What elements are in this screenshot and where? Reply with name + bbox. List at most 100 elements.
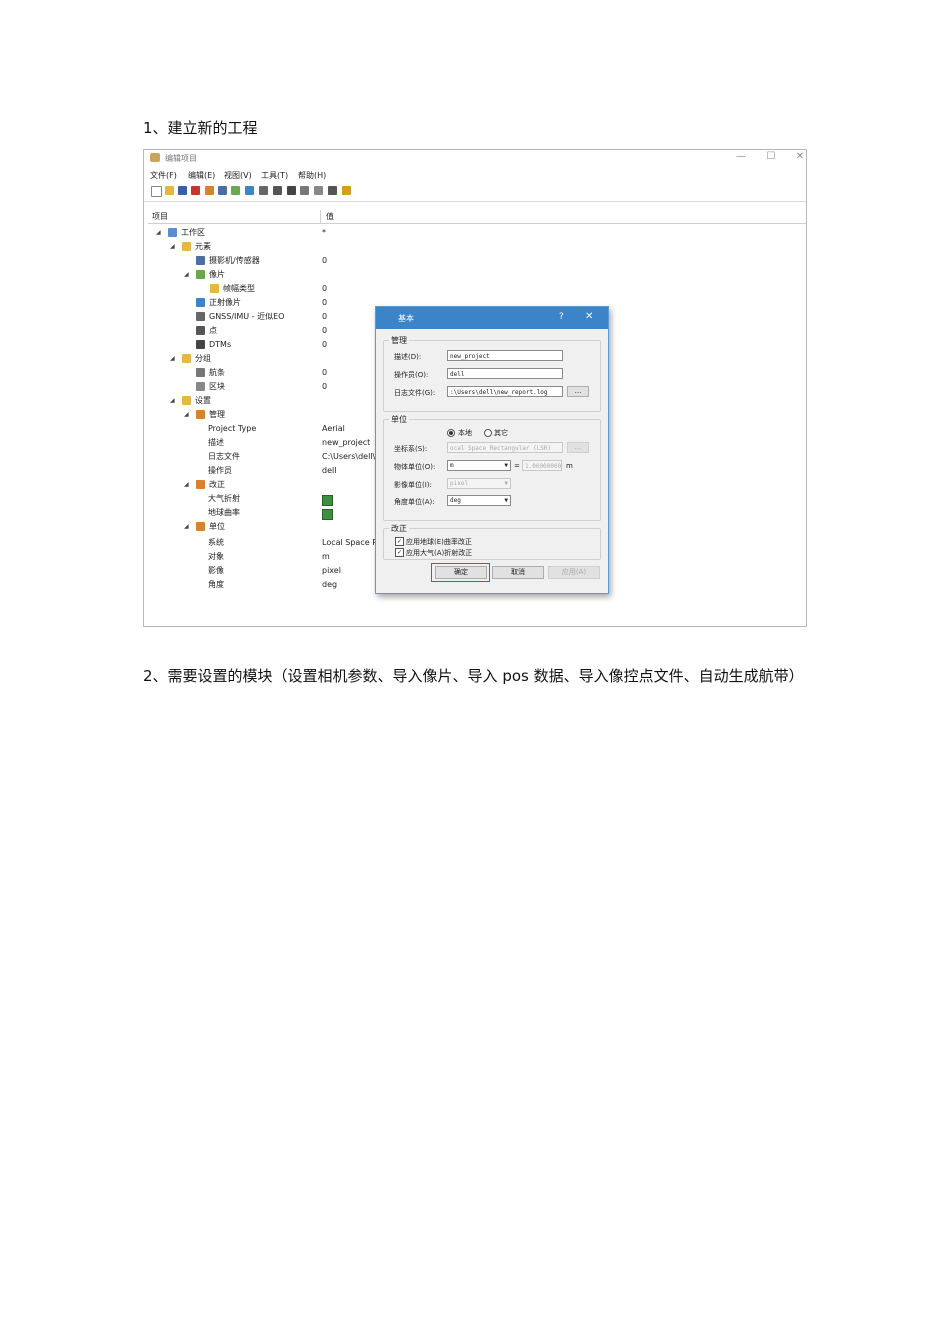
camera-icon (196, 256, 205, 265)
open-folder-icon[interactable] (165, 186, 174, 195)
tree-row-log-file[interactable]: 日志文件 (208, 450, 318, 463)
tree-row-points[interactable]: 点 (184, 324, 334, 337)
column-item[interactable]: 项目 (152, 211, 168, 222)
ortho-icon (196, 298, 205, 307)
frame-icon (210, 284, 219, 293)
tree-row-correction[interactable]: ◢ 改正 (184, 478, 334, 491)
browse-log-button[interactable]: ... (567, 386, 589, 397)
menu-help[interactable]: 帮助(H) (298, 170, 326, 181)
dtm-icon[interactable] (287, 186, 296, 195)
menu-tools[interactable]: 工具(T) (261, 170, 288, 181)
image-icon[interactable] (231, 186, 240, 195)
object-unit-select[interactable]: m ▼ (447, 460, 511, 471)
checked-box-icon[interactable] (322, 509, 333, 520)
tree-value: 0 (322, 256, 328, 265)
expand-arrow-icon[interactable]: ◢ (184, 478, 189, 491)
maximize-button[interactable]: ☐ (763, 151, 779, 162)
radio-other[interactable] (484, 429, 492, 437)
strip-icon[interactable] (300, 186, 309, 195)
description-input[interactable]: new_project (447, 350, 563, 361)
object-unit-value: m (450, 462, 454, 469)
tree-value: 0 (322, 284, 328, 293)
tree-row-atmos-refraction[interactable]: 大气折射 (208, 492, 318, 505)
tree-row-camera[interactable]: 摄影机/传感器 (184, 254, 334, 267)
object-unit-factor[interactable]: 1.00000000 (522, 460, 562, 471)
tree-row-groups[interactable]: ◢ 分组 (170, 352, 320, 365)
log-file-input[interactable]: :\Users\dell\new_report.log (447, 386, 563, 397)
checkbox-atmos-refraction[interactable]: ✓ (395, 548, 404, 557)
checkbox-earth-curvature[interactable]: ✓ (395, 537, 404, 546)
tree-row-blocks[interactable]: 区块 (184, 380, 334, 393)
menu-edit[interactable]: 编辑(E) (188, 170, 215, 181)
tree-row-system[interactable]: 系统 (208, 536, 318, 549)
expand-arrow-icon[interactable]: ◢ (184, 408, 189, 421)
tree-value: Aerial (322, 424, 345, 433)
angle-unit-value: deg (450, 497, 461, 504)
close-button[interactable]: ✕ (792, 151, 806, 162)
menu-view[interactable]: 视图(V) (224, 170, 252, 181)
menu-file[interactable]: 文件(F) (150, 170, 177, 181)
angle-unit-label: 角度单位(A): (394, 498, 435, 506)
column-value[interactable]: 值 (326, 211, 334, 222)
dropdown-caret-icon: ▼ (504, 480, 508, 487)
tree-row-description[interactable]: 描述 (208, 436, 318, 449)
dialog-close-icon[interactable]: ✕ (585, 311, 593, 322)
coord-system-input[interactable]: ocal Space Rectangular (LSR) (447, 442, 563, 453)
tree-row-workspace[interactable]: ◢ 工作区 (156, 226, 306, 239)
save-icon[interactable] (178, 186, 187, 195)
sigma-icon[interactable] (328, 186, 337, 195)
cancel-button[interactable]: 取消 (492, 566, 544, 579)
tree-row-strips[interactable]: 航条 (184, 366, 334, 379)
angle-unit-select[interactable]: deg ▼ (447, 495, 511, 506)
radio-local[interactable] (447, 429, 455, 437)
minimize-button[interactable]: — (733, 151, 749, 162)
tree-row-ortho[interactable]: 正射像片 (184, 296, 334, 309)
expand-arrow-icon[interactable]: ◢ (170, 352, 175, 365)
group-manage-label: 管理 (389, 335, 409, 346)
expand-arrow-icon[interactable]: ◢ (170, 240, 175, 253)
pencil-icon[interactable] (191, 186, 200, 195)
tree-row-earth-curvature[interactable]: 地球曲率 (208, 506, 318, 519)
tree-row-units[interactable]: ◢ 单位 (184, 520, 334, 533)
tools-icon[interactable] (205, 186, 214, 195)
help-pointer-icon[interactable] (342, 186, 351, 195)
tree-row-elements[interactable]: ◢ 元素 (170, 240, 320, 253)
ortho-icon[interactable] (245, 186, 254, 195)
tree-row-settings[interactable]: ◢ 设置 (170, 394, 320, 407)
points-icon[interactable] (273, 186, 282, 195)
tree-row-dtms[interactable]: DTMs (184, 338, 334, 351)
tree-row-image[interactable]: 影像 (208, 564, 318, 577)
app-screenshot: 编辑项目 — ☐ ✕ 文件(F) 编辑(E) 视图(V) 工具(T) 帮助(H)… (143, 149, 807, 627)
help-icon[interactable]: ? (559, 312, 564, 322)
apply-button[interactable]: 应用(A) (548, 566, 600, 579)
new-file-icon[interactable] (151, 186, 162, 197)
coord-system-browse-button[interactable]: ... (567, 442, 589, 453)
group-correction-label: 改正 (389, 523, 409, 534)
tree-row-angle[interactable]: 角度 (208, 578, 318, 591)
tree-row-gnss[interactable]: GNSS/IMU - 近似EO (184, 310, 334, 323)
expand-arrow-icon[interactable]: ◢ (170, 394, 175, 407)
expand-arrow-icon[interactable]: ◢ (184, 520, 189, 533)
image-unit-select[interactable]: pixel ▼ (447, 478, 511, 489)
group-units-label: 单位 (389, 414, 409, 425)
gnss-icon[interactable] (259, 186, 268, 195)
tree-row-photos[interactable]: ◢ 像片 (184, 268, 334, 281)
expand-arrow-icon[interactable]: ◢ (156, 226, 161, 239)
checkbox-earth-label: 应用地球(E)曲率改正 (406, 538, 472, 546)
checked-box-icon[interactable] (322, 495, 333, 506)
tree-row-object[interactable]: 对象 (208, 550, 318, 563)
tree-row-project-type[interactable]: Project Type (208, 422, 318, 435)
camera-icon[interactable] (218, 186, 227, 195)
tree-value: 0 (322, 382, 328, 391)
tree-value: 0 (322, 326, 328, 335)
tree-value: m (322, 552, 330, 561)
ok-button[interactable]: 确定 (435, 566, 487, 579)
block-icon[interactable] (314, 186, 323, 195)
operator-input[interactable]: dell (447, 368, 563, 379)
column-divider[interactable] (320, 210, 321, 223)
tree-row-manage[interactable]: ◢ 管理 (184, 408, 334, 421)
tree-value: C:\Users\dell\ (322, 452, 376, 461)
tree-row-operator[interactable]: 操作员 (208, 464, 318, 477)
description-label: 描述(D): (394, 353, 422, 361)
expand-arrow-icon[interactable]: ◢ (184, 268, 189, 281)
